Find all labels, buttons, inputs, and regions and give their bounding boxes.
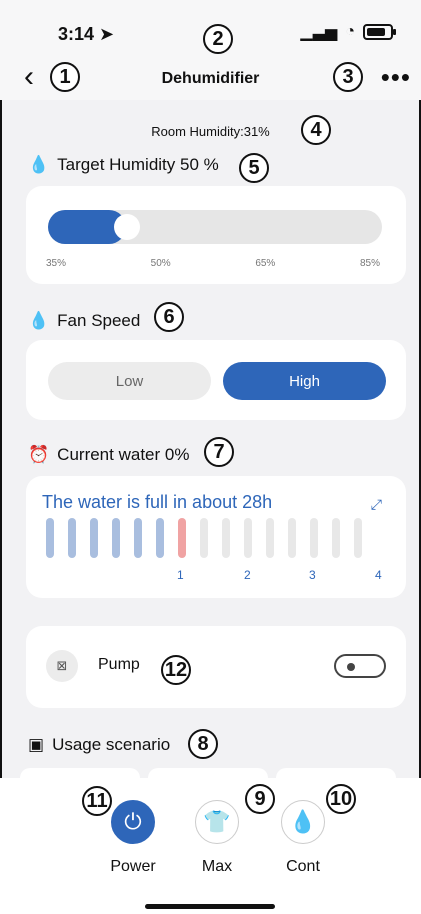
humidity-slider-track[interactable]: [48, 210, 382, 244]
pump-card: ⊠ Pump: [26, 626, 406, 708]
water-bar: [90, 518, 98, 558]
scale-4: 4: [375, 568, 382, 582]
annotation-badge-8: 8: [188, 729, 218, 759]
water-bar: [266, 518, 274, 558]
tick-35: 35%: [46, 258, 67, 269]
water-bar: [244, 518, 252, 558]
max-label: Max: [201, 858, 233, 875]
water-bar-current: [178, 518, 186, 558]
location-arrow-icon: ➤: [94, 24, 115, 44]
fan-speed-section-title: 💧 Fan Speed: [28, 311, 141, 330]
fan-speed-high-option[interactable]: High: [223, 362, 386, 400]
annotation-badge-11: 11: [82, 786, 112, 816]
cellular-signal-icon: ▁▃▅: [300, 24, 338, 41]
status-time: 3:14 ➤: [58, 24, 115, 44]
pump-label: Pump: [98, 656, 140, 673]
cont-label: Cont: [286, 858, 320, 875]
annotation-badge-4: 4: [301, 115, 331, 145]
fan-speed-low-option[interactable]: Low: [48, 362, 211, 400]
water-bar: [68, 518, 76, 558]
scale-1: 1: [177, 568, 184, 582]
annotation-badge-3: 3: [333, 62, 363, 92]
more-button[interactable]: •••: [381, 62, 411, 93]
annotation-badge-9: 9: [245, 784, 275, 814]
annotation-badge-6: 6: [154, 302, 184, 332]
annotation-badge-1: 1: [50, 62, 80, 92]
water-full-message: The water is full in about 28h: [42, 492, 273, 512]
expand-arrows-icon[interactable]: ⤢: [371, 496, 382, 513]
humidity-scale: 35% 50% 65% 85%: [46, 258, 380, 269]
alarm-clock-icon: ⏰: [28, 445, 50, 464]
annotation-badge-2: 2: [203, 24, 233, 54]
water-bar: [288, 518, 296, 558]
tick-65: 65%: [255, 258, 276, 269]
pump-icon: ⊠: [46, 650, 78, 682]
humidity-slider-knob[interactable]: [114, 214, 140, 240]
shirt-icon: 👕: [195, 800, 239, 844]
water-bar: [354, 518, 362, 558]
tick-50: 50%: [150, 258, 171, 269]
more-horizontal-icon: •••: [380, 62, 411, 92]
annotation-badge-12: 12: [161, 655, 191, 685]
power-button[interactable]: ⏻ Power: [110, 800, 156, 876]
fan-speed-segmented-control: Low High: [48, 362, 386, 400]
power-icon: ⏻: [111, 800, 155, 844]
bottom-dock: ⏻ Power 👕 Max 💧 Cont: [0, 778, 421, 914]
pump-toggle[interactable]: [334, 654, 386, 678]
water-bar: [200, 518, 208, 558]
wifi-icon: ◔: [345, 23, 355, 40]
annotation-badge-10: 10: [326, 784, 356, 814]
status-icons: ▁▃▅ ◔: [300, 22, 396, 42]
battery-icon: [363, 24, 396, 40]
water-bar: [112, 518, 120, 558]
toggle-knob: [347, 663, 355, 671]
current-water-card: The water is full in about 28h ⤢ 1 2 3 4: [26, 476, 406, 598]
scale-2: 2: [244, 568, 251, 582]
target-humidity-card: 35% 50% 65% 85%: [26, 186, 406, 284]
water-drop-icon: 💧: [281, 800, 325, 844]
fan-speed-card: Low High: [26, 340, 406, 420]
target-humidity-section-title: 💧 Target Humidity 50 %: [28, 155, 219, 174]
water-bar: [310, 518, 318, 558]
home-indicator: [145, 904, 275, 909]
water-bar: [134, 518, 142, 558]
water-bars: [46, 518, 362, 558]
max-button[interactable]: 👕 Max: [194, 800, 240, 876]
scale-3: 3: [309, 568, 316, 582]
water-bar: [156, 518, 164, 558]
water-bar: [222, 518, 230, 558]
book-icon: ▣: [28, 735, 45, 754]
tick-85: 85%: [359, 258, 380, 269]
water-bar: [46, 518, 54, 558]
cont-button[interactable]: 💧 Cont: [280, 800, 326, 876]
current-water-section-title: ⏰ Current water 0%: [28, 445, 190, 464]
power-label: Power: [110, 858, 156, 875]
water-bar: [332, 518, 340, 558]
droplet-icon: 💧: [28, 311, 50, 330]
annotation-badge-7: 7: [204, 437, 234, 467]
room-humidity-text: Room Humidity:31%: [151, 124, 270, 139]
annotation-badge-5: 5: [239, 153, 269, 183]
usage-scenario-section-title: ▣ Usage scenario: [28, 735, 171, 754]
droplet-icon: 💧: [28, 155, 50, 174]
